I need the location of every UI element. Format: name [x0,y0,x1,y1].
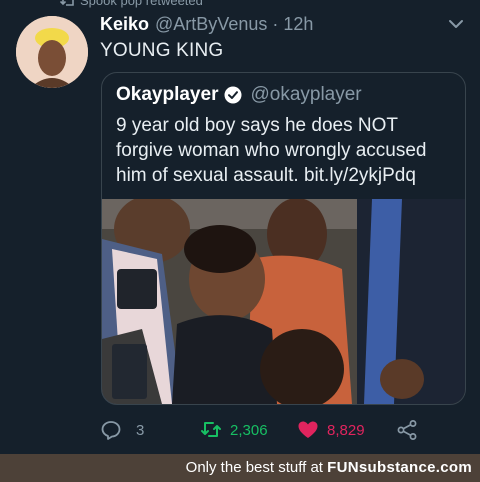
watermark-site: FUNsubstance.com [327,459,472,476]
tweet-text: YOUNG KING [100,40,224,61]
retweet-context-text: Spook pop retweeted [80,0,203,8]
avatar-image [16,16,88,88]
chevron-down-icon[interactable] [445,14,467,34]
separator-dot: · [272,13,279,34]
retweet-count: 2,306 [230,421,268,439]
share-button[interactable] [396,416,418,444]
retweet-icon [60,0,74,6]
retweet-button[interactable]: 2,306 [200,416,268,444]
avatar[interactable] [16,16,88,88]
watermark-text: Only the best stuff at FUNsubstance.com [186,459,472,476]
heart-icon [298,421,318,438]
retweet-icon [201,422,221,437]
reply-icon [101,421,121,440]
verified-badge-icon [224,86,242,104]
user-handle[interactable]: @ArtByVenus [155,14,267,35]
quoted-handle: @okayplayer [250,84,362,105]
quoted-tweet-header: Okayplayer @okayplayer [116,84,362,106]
timestamp[interactable]: 12h [283,14,313,35]
display-name[interactable]: Keiko [100,14,149,35]
quoted-tweet[interactable]: Okayplayer @okayplayer 9 year old boy sa… [101,72,466,405]
retweet-context: Spook pop retweeted [0,0,480,10]
quoted-display-name: Okayplayer [116,84,219,105]
share-icon [397,420,417,440]
tweet-header: Keiko @ArtByVenus · 12h [100,12,313,36]
reply-count: 3 [136,421,145,439]
quoted-tweet-text: 9 year old boy says he does NOT forgive … [116,115,427,186]
watermark-banner: Only the best stuff at FUNsubstance.com [0,454,480,482]
quoted-tweet-photo[interactable] [102,199,465,404]
like-button[interactable]: 8,829 [297,416,365,444]
watermark-prefix: Only the best stuff at [185,459,323,476]
like-count: 8,829 [327,421,365,439]
reply-button[interactable]: 3 [100,416,144,444]
tweet-actions: 3 2,306 8,829 [100,416,470,444]
